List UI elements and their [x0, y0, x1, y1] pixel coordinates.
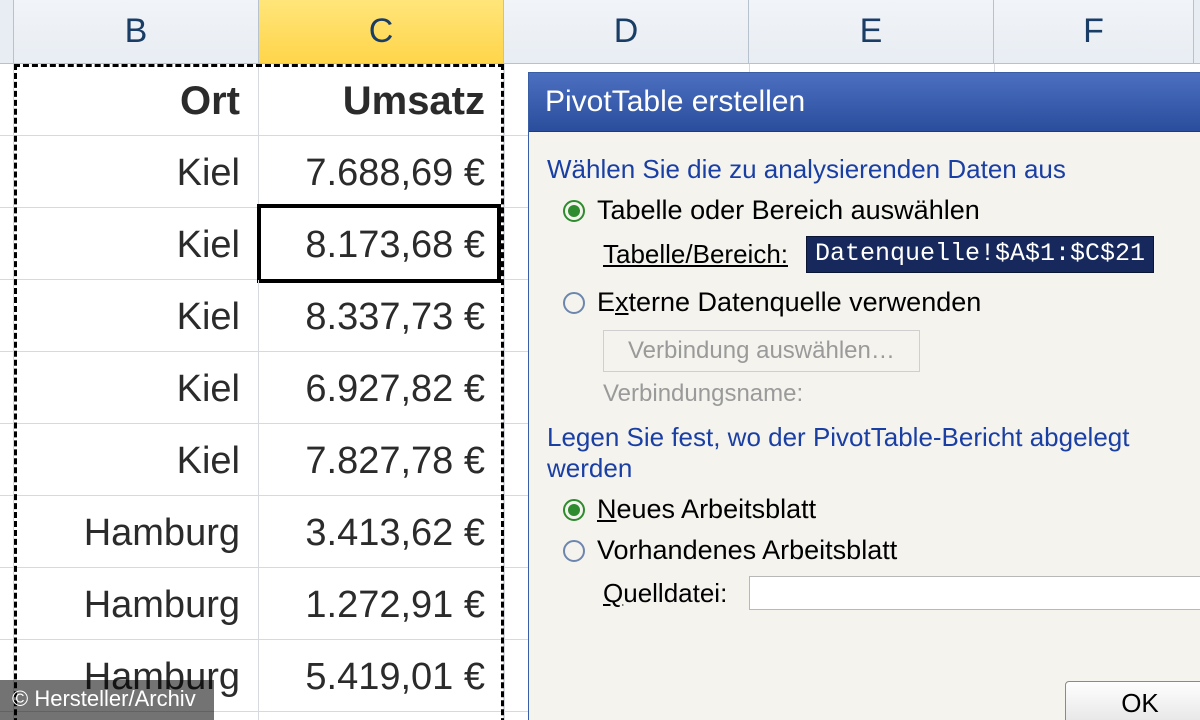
cell-ort[interactable]: Kiel: [14, 424, 259, 495]
cell-ort[interactable]: Hamburg: [14, 568, 259, 639]
radio-icon[interactable]: [563, 540, 585, 562]
cell-umsatz[interactable]: 7.688,69 €: [259, 136, 504, 207]
column-header-F[interactable]: F: [994, 0, 1194, 63]
radio-icon[interactable]: [563, 499, 585, 521]
cell-ort[interactable]: Kiel: [14, 352, 259, 423]
option-new-sheet[interactable]: Neues Arbeitsblatt: [563, 494, 1200, 525]
option-table-range[interactable]: Tabelle oder Bereich auswählen: [563, 195, 1200, 226]
cell-header-umsatz[interactable]: Umsatz: [259, 64, 504, 135]
group-label-place: Legen Sie fest, wo der PivotTable-Berich…: [547, 422, 1200, 484]
range-input[interactable]: Datenquelle!$A$1:$C$21: [806, 236, 1154, 273]
ok-button[interactable]: OK: [1065, 681, 1200, 720]
cell-ort[interactable]: Kiel: [14, 136, 259, 207]
connection-name-label: Verbindungsname:: [603, 380, 1200, 408]
cell-header-ort[interactable]: Ort: [14, 64, 259, 135]
dialog-title: PivotTable erstellen: [529, 73, 1200, 132]
radio-icon[interactable]: [563, 200, 585, 222]
quelldatei-label: Quelldatei:: [603, 578, 727, 609]
column-header-E[interactable]: E: [749, 0, 994, 63]
column-header-row: B C D E F: [0, 0, 1200, 64]
choose-connection-button: Verbindung auswählen…: [603, 330, 920, 372]
cell-umsatz[interactable]: 3.413,62 €: [259, 496, 504, 567]
cell-umsatz[interactable]: 8.173,68 €: [259, 208, 504, 279]
option-label: Vorhandenes Arbeitsblatt: [597, 535, 897, 566]
cell-umsatz[interactable]: 6.927,82 €: [259, 352, 504, 423]
cell-umsatz[interactable]: 9.342,21 €: [259, 712, 504, 720]
option-label: Externe Datenquelle verwenden: [597, 287, 981, 318]
cell-umsatz[interactable]: 1.272,91 €: [259, 568, 504, 639]
range-label: Tabelle/Bereich:: [603, 239, 788, 270]
cell-umsatz[interactable]: 7.827,78 €: [259, 424, 504, 495]
cell-ort[interactable]: Kiel: [14, 208, 259, 279]
option-label: Neues Arbeitsblatt: [597, 494, 816, 525]
pivottable-dialog: PivotTable erstellen Wählen Sie die zu a…: [528, 72, 1200, 720]
column-header-B[interactable]: B: [14, 0, 259, 63]
range-row: Tabelle/Bereich: Datenquelle!$A$1:$C$21: [603, 236, 1200, 273]
cell-umsatz[interactable]: 8.337,73 €: [259, 280, 504, 351]
cell-ort[interactable]: Hamburg: [14, 496, 259, 567]
option-label: Tabelle oder Bereich auswählen: [597, 195, 980, 226]
column-header-C[interactable]: C: [259, 0, 504, 63]
option-existing-sheet[interactable]: Vorhandenes Arbeitsblatt: [563, 535, 1200, 566]
quelldatei-row: Quelldatei:: [603, 576, 1200, 610]
cell-umsatz[interactable]: 5.419,01 €: [259, 640, 504, 711]
quelldatei-input[interactable]: [749, 576, 1200, 610]
group-label-data: Wählen Sie die zu analysierenden Daten a…: [547, 154, 1200, 185]
option-external[interactable]: Externe Datenquelle verwenden: [563, 287, 1200, 318]
column-header-D[interactable]: D: [504, 0, 749, 63]
image-credit: © Hersteller/Archiv: [0, 680, 214, 720]
radio-icon[interactable]: [563, 292, 585, 314]
cell-ort[interactable]: Kiel: [14, 280, 259, 351]
